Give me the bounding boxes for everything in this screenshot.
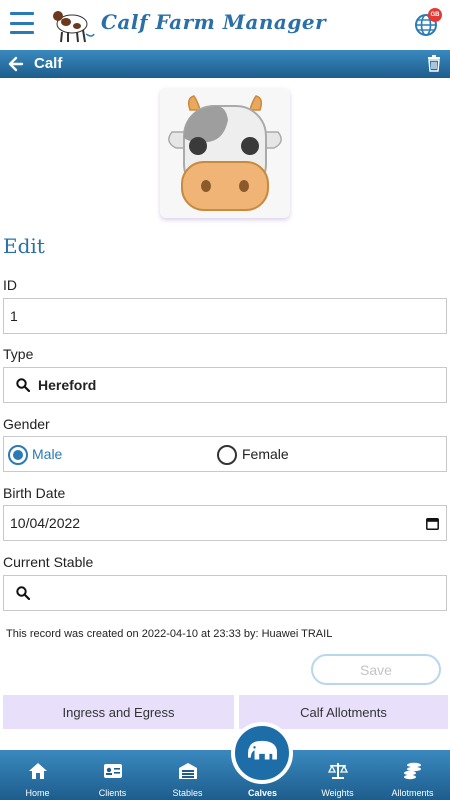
coins-icon	[403, 762, 421, 780]
birth-date-field[interactable]: 10/04/2022	[3, 505, 447, 541]
nav-stables[interactable]: Stables	[150, 750, 225, 800]
back-arrow-icon[interactable]	[8, 55, 24, 73]
nav-weights-label: Weights	[321, 788, 354, 798]
gender-radio-group: Male Female	[3, 436, 447, 472]
nav-allotments-label: Allotments	[391, 788, 434, 798]
trash-icon[interactable]	[427, 55, 441, 72]
save-button[interactable]: Save	[311, 654, 441, 685]
nav-weights[interactable]: Weights	[300, 750, 375, 800]
menu-icon[interactable]	[10, 12, 34, 34]
gender-male-label[interactable]: Male	[32, 446, 62, 462]
nav-home-label: Home	[25, 788, 50, 798]
calf-avatar[interactable]	[160, 88, 290, 218]
type-search-field[interactable]: Hereford	[3, 367, 447, 403]
birth-date-value: 10/04/2022	[10, 515, 81, 531]
nav-clients[interactable]: Clients	[75, 750, 150, 800]
warehouse-icon	[178, 763, 197, 779]
birth-date-label: Birth Date	[3, 485, 66, 501]
form-heading: Edit	[3, 234, 45, 258]
record-created-note: This record was created on 2022-04-10 at…	[6, 628, 333, 640]
page-header-bar: Calf	[0, 50, 450, 78]
nav-stables-label: Stables	[172, 788, 203, 798]
cow-face-icon	[168, 95, 282, 211]
type-label: Type	[3, 346, 34, 362]
nav-calves-button[interactable]	[231, 722, 293, 784]
current-stable-search-field[interactable]	[3, 575, 447, 611]
home-icon	[28, 763, 47, 779]
nav-clients-label: Clients	[98, 788, 127, 798]
gender-label: Gender	[3, 416, 50, 432]
current-stable-label: Current Stable	[3, 554, 94, 570]
id-label: ID	[3, 277, 17, 293]
ingress-egress-button[interactable]: Ingress and Egress	[3, 695, 234, 729]
search-icon	[16, 586, 30, 600]
app-logo	[53, 11, 95, 43]
id-card-icon	[103, 764, 122, 778]
scale-icon	[327, 763, 348, 779]
gender-male-radio[interactable]	[8, 445, 28, 465]
type-value: Hereford	[38, 377, 97, 393]
id-field[interactable]: 1	[3, 298, 447, 334]
language-badge: GB	[428, 8, 442, 22]
gender-female-radio[interactable]	[217, 445, 237, 465]
calendar-icon[interactable]	[426, 517, 439, 530]
nav-calves-label[interactable]: Calves	[225, 788, 300, 798]
search-icon	[16, 378, 30, 392]
id-value: 1	[10, 308, 18, 324]
nav-allotments[interactable]: Allotments	[375, 750, 450, 800]
nav-home[interactable]: Home	[0, 750, 75, 800]
gender-female-label[interactable]: Female	[242, 446, 289, 462]
app-title: Calf Farm Manager	[101, 10, 327, 34]
elephant-icon	[248, 740, 277, 760]
page-title: Calf	[34, 55, 63, 72]
top-app-bar: Calf Farm Manager GB	[0, 0, 450, 50]
